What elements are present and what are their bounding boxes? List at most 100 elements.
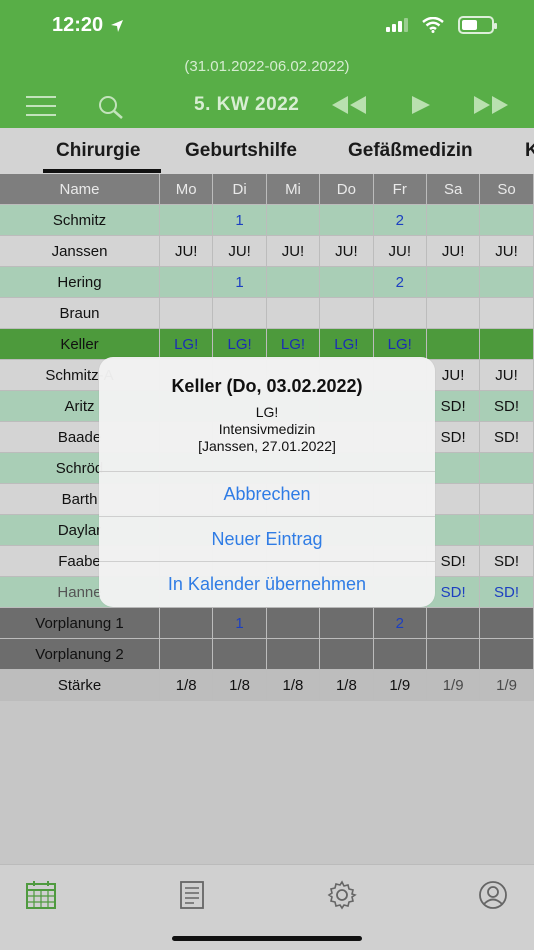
gear-icon[interactable] (326, 879, 358, 911)
schedule-cell[interactable]: SD! (480, 546, 534, 576)
row-name[interactable]: Braun (0, 298, 160, 328)
schedule-cell[interactable]: JU! (266, 236, 321, 266)
schedule-cell[interactable]: 2 (373, 205, 427, 235)
schedule-cell[interactable] (480, 639, 534, 669)
menu-icon[interactable] (26, 96, 56, 116)
schedule-cell[interactable] (480, 515, 534, 545)
schedule-cell[interactable]: LG! (266, 329, 321, 359)
schedule-cell[interactable] (480, 484, 534, 514)
play-icon[interactable] (410, 94, 432, 116)
schedule-cell[interactable] (320, 205, 374, 235)
week-label: 5. KW 2022 (194, 94, 300, 115)
fast-forward-icon[interactable] (472, 94, 510, 116)
add-to-calendar-button[interactable]: In Kalender übernehmen (99, 561, 435, 606)
schedule-cell[interactable] (266, 205, 321, 235)
row-name[interactable]: Keller (0, 329, 160, 359)
calendar-icon[interactable] (25, 879, 57, 911)
schedule-cell[interactable] (480, 267, 534, 297)
table-row[interactable]: Braun (0, 298, 534, 329)
header-fr: Fr (373, 174, 427, 204)
schedule-cell[interactable] (426, 205, 481, 235)
schedule-cell[interactable] (320, 267, 374, 297)
row-name[interactable]: Vorplanung 2 (0, 639, 160, 669)
schedule-cell[interactable] (480, 453, 534, 483)
schedule-cell[interactable] (480, 608, 534, 638)
schedule-cell[interactable] (426, 608, 481, 638)
schedule-cell[interactable]: JU! (480, 236, 534, 266)
schedule-cell[interactable] (426, 298, 481, 328)
schedule-cell[interactable] (266, 608, 321, 638)
header-name: Name (0, 174, 160, 204)
schedule-cell[interactable]: SD! (480, 422, 534, 452)
wifi-icon (422, 17, 444, 33)
row-name[interactable]: Schmitz (0, 205, 160, 235)
schedule-cell[interactable] (160, 267, 214, 297)
schedule-cell[interactable]: JU! (426, 236, 481, 266)
table-row[interactable]: Vorplanung 2 (0, 639, 534, 670)
table-row[interactable]: Hering 1 2 (0, 267, 534, 298)
tab-geburtshilfe[interactable]: Geburtshilfe (185, 140, 297, 162)
schedule-cell[interactable] (320, 639, 374, 669)
schedule-cell[interactable]: SD! (480, 391, 534, 421)
row-name[interactable]: Vorplanung 1 (0, 608, 160, 638)
schedule-cell[interactable] (160, 205, 214, 235)
schedule-cell[interactable]: JU! (160, 236, 214, 266)
table-row[interactable]: Schmitz 1 2 (0, 205, 534, 236)
schedule-cell[interactable] (480, 205, 534, 235)
schedule-cell[interactable] (320, 608, 374, 638)
schedule-cell[interactable] (266, 639, 321, 669)
row-name[interactable]: Janssen (0, 236, 160, 266)
schedule-cell[interactable] (320, 298, 374, 328)
active-tab-indicator (43, 169, 161, 173)
schedule-cell[interactable] (213, 639, 267, 669)
cancel-button[interactable]: Abbrechen (99, 471, 435, 516)
schedule-cell[interactable]: JU! (213, 236, 267, 266)
schedule-cell[interactable] (160, 639, 214, 669)
location-arrow-icon (111, 19, 124, 32)
alert-message-line-2: Intensivmedizin (218, 421, 316, 437)
schedule-cell[interactable] (373, 298, 427, 328)
schedule-cell[interactable]: 1 (213, 205, 267, 235)
entry-alert-dialog: Keller (Do, 03.02.2022) LG! Intensivmedi… (99, 357, 435, 607)
schedule-cell[interactable]: 1 (213, 267, 267, 297)
table-row[interactable]: Janssen JU! JU! JU! JU! JU! JU! JU! (0, 236, 534, 267)
schedule-cell[interactable] (266, 298, 321, 328)
schedule-cell[interactable]: JU! (480, 360, 534, 390)
header-do: Do (320, 174, 374, 204)
schedule-cell[interactable] (426, 329, 481, 359)
header-sa: Sa (426, 174, 481, 204)
schedule-cell[interactable] (426, 639, 481, 669)
tab-more[interactable]: K (525, 140, 534, 162)
home-indicator (172, 936, 362, 941)
search-icon[interactable] (96, 93, 124, 121)
schedule-cell[interactable]: 2 (373, 267, 427, 297)
profile-icon[interactable] (477, 879, 509, 911)
schedule-cell[interactable]: SD! (480, 577, 534, 607)
tab-chirurgie[interactable]: Chirurgie (56, 140, 140, 162)
schedule-cell[interactable] (160, 608, 214, 638)
schedule-cell[interactable]: LG! (160, 329, 214, 359)
table-row[interactable]: Vorplanung 1 1 2 (0, 608, 534, 639)
schedule-cell[interactable] (480, 298, 534, 328)
tab-gefaessmedizin[interactable]: Gefäßmedizin (348, 140, 473, 162)
new-entry-button[interactable]: Neuer Eintrag (99, 516, 435, 561)
header-mo: Mo (160, 174, 214, 204)
row-name[interactable]: Hering (0, 267, 160, 297)
schedule-cell[interactable]: 1 (213, 608, 267, 638)
alert-message-line-3: [Janssen, 27.01.2022] (198, 438, 336, 454)
schedule-cell[interactable]: JU! (373, 236, 427, 266)
schedule-cell[interactable] (480, 329, 534, 359)
schedule-cell[interactable]: JU! (320, 236, 374, 266)
schedule-cell[interactable] (426, 267, 481, 297)
schedule-cell[interactable]: LG! (373, 329, 427, 359)
rewind-icon[interactable] (330, 94, 368, 116)
schedule-cell[interactable]: LG! (213, 329, 267, 359)
table-row[interactable]: Keller LG! LG! LG! LG! LG! (0, 329, 534, 360)
schedule-cell[interactable] (213, 298, 267, 328)
schedule-cell[interactable] (266, 267, 321, 297)
schedule-cell[interactable] (373, 639, 427, 669)
schedule-cell[interactable] (160, 298, 214, 328)
schedule-cell[interactable]: LG! (320, 329, 374, 359)
schedule-cell[interactable]: 2 (373, 608, 427, 638)
list-document-icon[interactable] (176, 879, 208, 911)
